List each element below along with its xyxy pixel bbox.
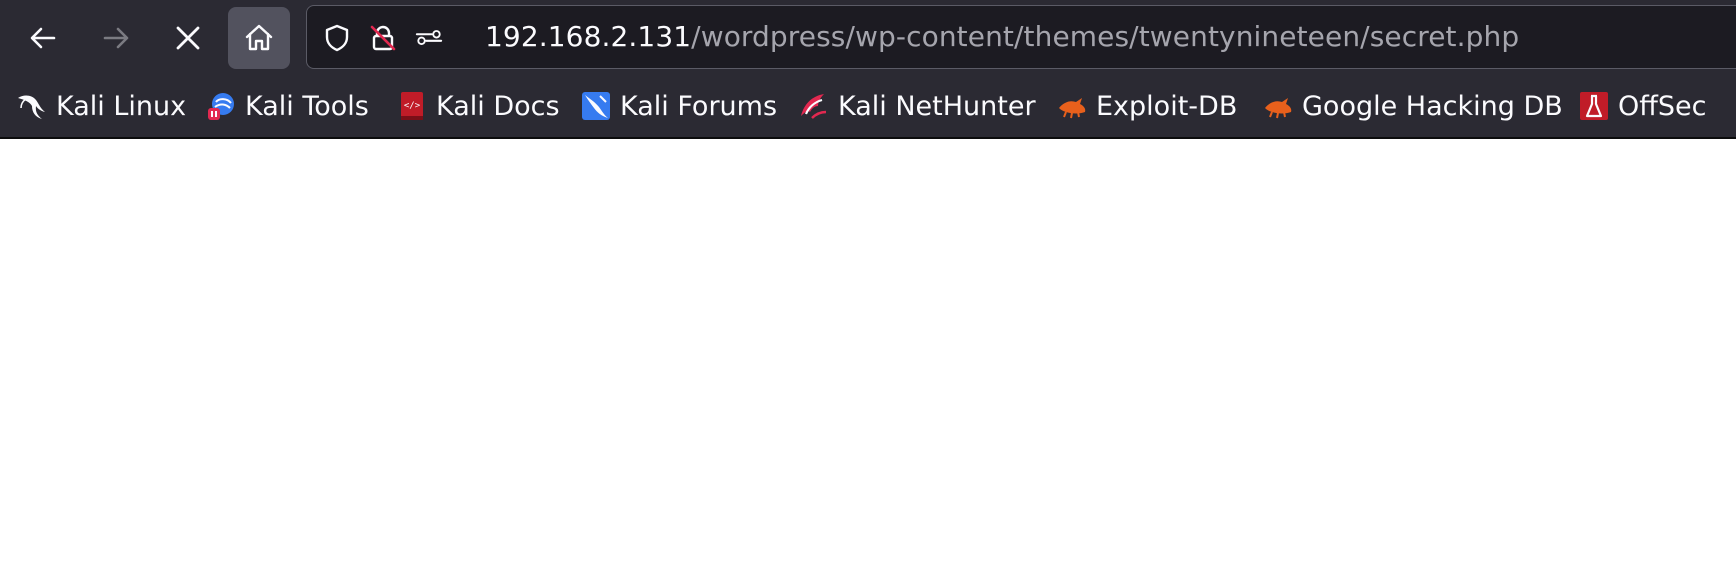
- kali-docs-icon: </>: [396, 90, 428, 122]
- bookmark-google-hacking-db[interactable]: Google Hacking DB: [1262, 86, 1563, 126]
- bookmark-exploit-db[interactable]: Exploit-DB: [1056, 86, 1237, 126]
- bookmark-offsec[interactable]: OffSec: [1578, 86, 1706, 126]
- exploit-db-icon: [1056, 90, 1088, 122]
- home-button[interactable]: [228, 7, 290, 69]
- bookmark-kali-nethunter[interactable]: Kali NetHunter: [798, 86, 1036, 126]
- bookmark-kali-linux[interactable]: Kali Linux: [16, 86, 186, 126]
- stop-button[interactable]: [157, 7, 219, 69]
- close-icon: [173, 23, 203, 53]
- home-icon: [243, 22, 275, 54]
- kali-forums-icon: [580, 90, 612, 122]
- forward-button[interactable]: [85, 7, 147, 69]
- url-host: 192.168.2.131: [485, 20, 692, 53]
- kali-dragon-icon: [16, 90, 48, 122]
- arrow-right-icon: [100, 22, 132, 54]
- url-text[interactable]: 192.168.2.131/wordpress/wp-content/theme…: [485, 20, 1519, 54]
- bookmark-label: Google Hacking DB: [1302, 90, 1563, 122]
- browser-chrome: 192.168.2.131/wordpress/wp-content/theme…: [0, 0, 1736, 139]
- offsec-icon: [1578, 90, 1610, 122]
- permissions-icon[interactable]: [415, 24, 443, 52]
- bookmark-label: OffSec: [1618, 90, 1707, 122]
- bookmark-kali-docs[interactable]: </> Kali Docs: [396, 86, 560, 126]
- url-path: /wordpress/wp-content/themes/twentyninet…: [691, 20, 1520, 53]
- bookmark-label: Kali NetHunter: [838, 90, 1036, 122]
- bookmark-kali-tools[interactable]: Kali Tools: [205, 86, 369, 126]
- bookmark-label: Kali Tools: [245, 90, 369, 122]
- kali-tools-icon: [205, 90, 237, 122]
- arrow-left-icon: [27, 22, 59, 54]
- bookmark-kali-forums[interactable]: Kali Forums: [580, 86, 777, 126]
- bookmark-label: Exploit-DB: [1096, 90, 1238, 122]
- bookmark-label: Kali Forums: [620, 90, 778, 122]
- kali-nethunter-icon: [798, 90, 830, 122]
- shield-icon[interactable]: [323, 24, 351, 52]
- bookmark-label: Kali Linux: [56, 90, 187, 122]
- insecure-lock-icon[interactable]: [369, 24, 397, 52]
- back-button[interactable]: [12, 7, 74, 69]
- svg-text:</>: </>: [404, 101, 421, 111]
- ghdb-icon: [1262, 90, 1294, 122]
- url-bar[interactable]: 192.168.2.131/wordpress/wp-content/theme…: [306, 5, 1736, 69]
- navigation-toolbar: 192.168.2.131/wordpress/wp-content/theme…: [0, 0, 1736, 76]
- page-content: [0, 139, 1736, 570]
- bookmark-label: Kali Docs: [436, 90, 560, 122]
- bookmarks-toolbar: Kali Linux Kali Tools </> Kali Docs Kali…: [0, 82, 1736, 134]
